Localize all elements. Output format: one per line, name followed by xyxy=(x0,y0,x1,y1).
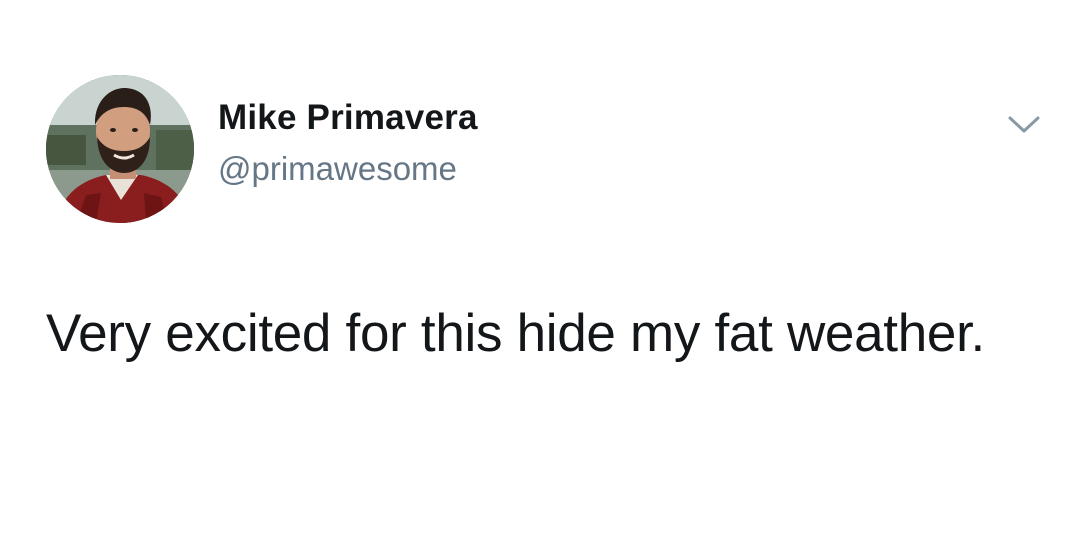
avatar-photo xyxy=(46,75,194,223)
avatar[interactable] xyxy=(46,75,194,223)
tweet-text: Very excited for this hide my fat weathe… xyxy=(46,304,985,363)
display-name[interactable]: Mike Primavera xyxy=(218,98,478,138)
chevron-down-icon[interactable] xyxy=(1004,110,1044,138)
user-handle[interactable]: @primawesome xyxy=(218,150,457,188)
tweet-card: Mike Primavera @primawesome Very excited… xyxy=(0,0,1080,556)
